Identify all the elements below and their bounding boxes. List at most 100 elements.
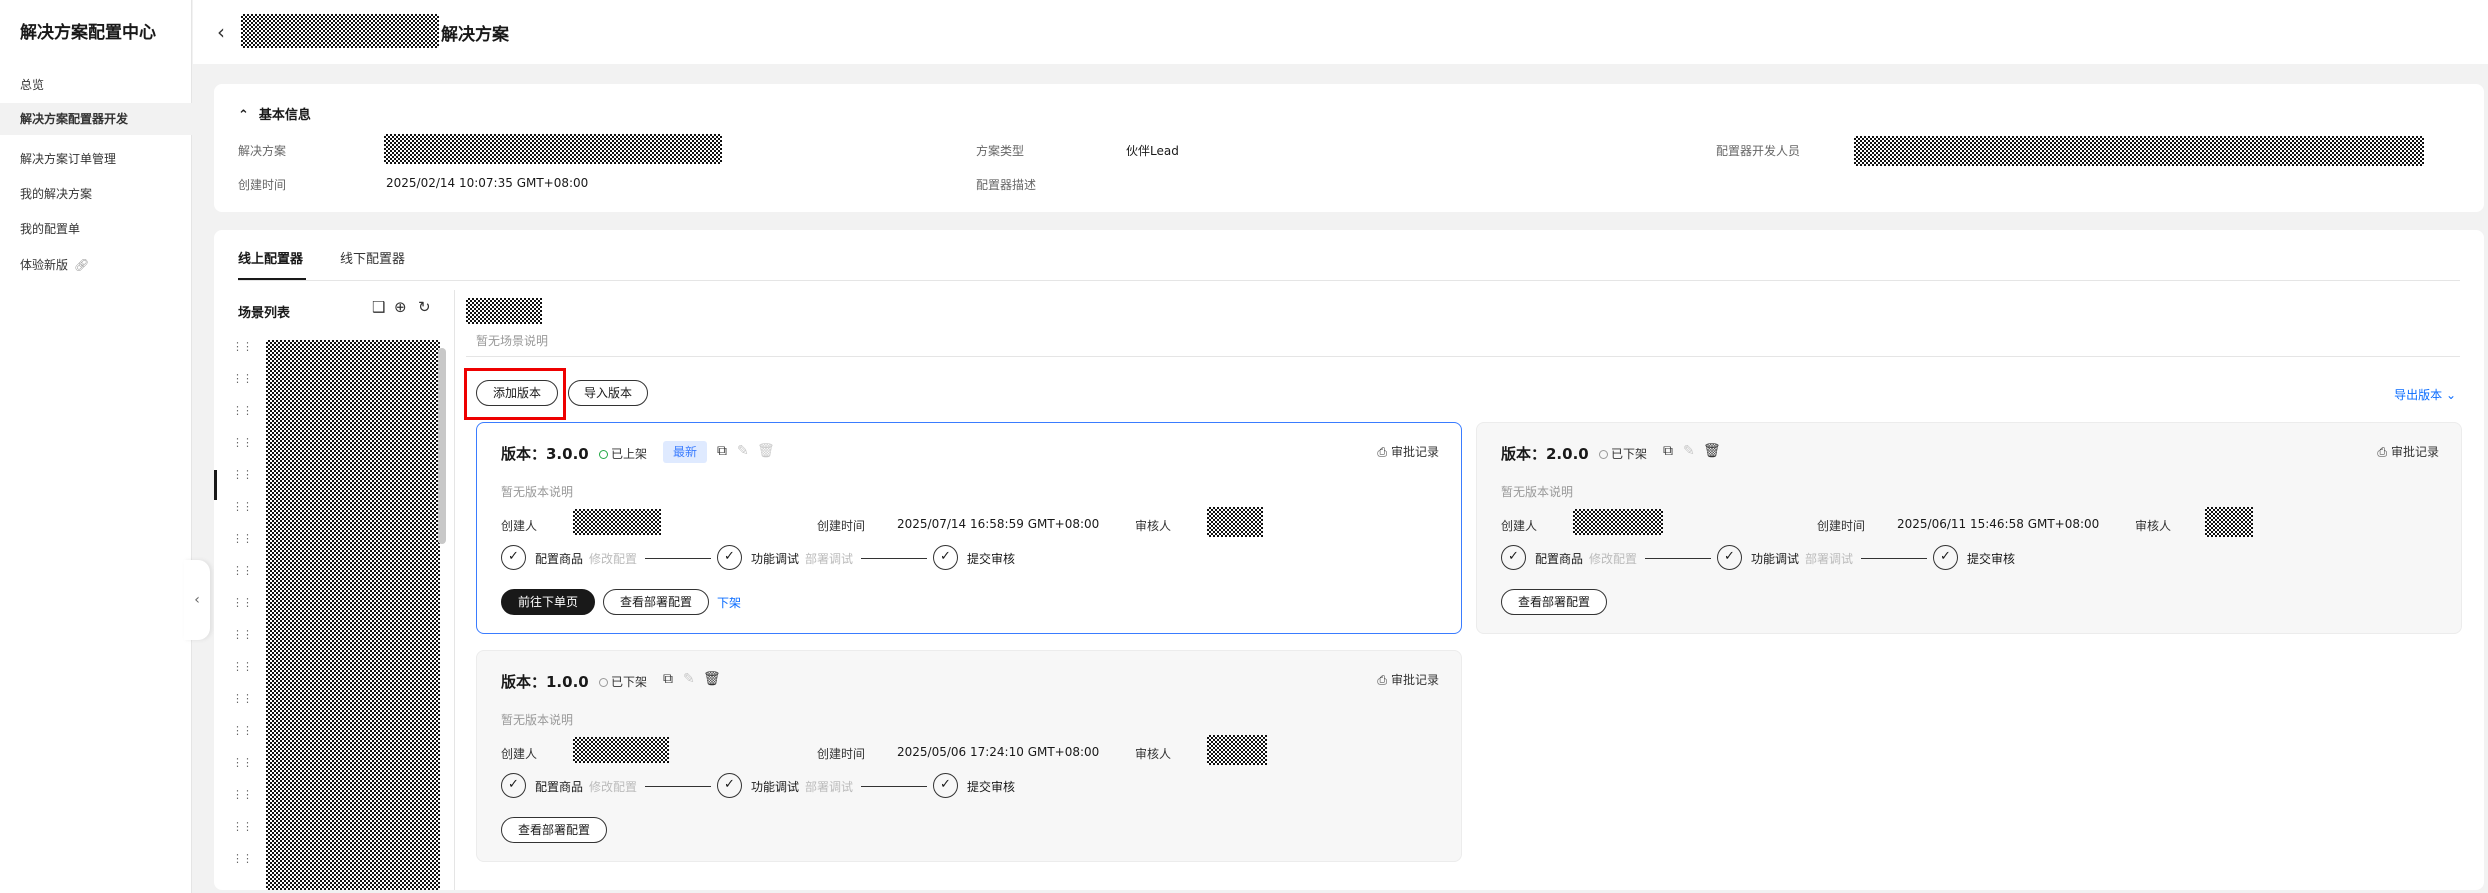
tab-online-configurator[interactable]: 线上配置器 [238,248,303,267]
drag-handle-icon[interactable]: ⋮⋮ [232,436,253,449]
sidebar-item-my-config-list[interactable]: 我的配置单 [20,220,80,237]
edit-icon: ✎ [683,671,695,687]
scene-list[interactable]: ⋮⋮ ⋮⋮ ⋮⋮ ⋮⋮ ⋮⋮ ⋮⋮ ⋮⋮ ⋮⋮ ⋮⋮ ⋮⋮ ⋮⋮ ⋮⋮ ⋮⋮ ⋮… [232,340,440,890]
page-title: 解决方案 [441,25,509,45]
redacted-solution-name [241,14,439,48]
step-sub-label: 部署调试 [1805,552,1854,566]
reviewer-label: 审核人 [2135,519,2172,533]
delete-icon[interactable]: 🗑︎ [703,671,721,687]
scene-list-scrollbar[interactable] [438,348,446,890]
drag-handle-icon[interactable]: ⋮⋮ [232,532,253,545]
status-dot-icon [1599,450,1608,459]
redacted-creator [1573,509,1663,535]
sidebar-item-order-management[interactable]: 解决方案订单管理 [20,150,116,167]
step-sub-label: 部署调试 [805,552,854,566]
step-label: 配置商品 [1535,552,1584,566]
unlist-link[interactable]: 下架 [717,594,741,611]
delete-icon[interactable]: 🗑︎ [1703,443,1721,459]
latest-badge: 最新 [663,441,708,463]
version-card-1-0-0[interactable]: 版本：1.0.0 已下架 ⧉ ✎ 🗑︎ ⎙ 审批记录 暂无版本说明 创建人 创建时… [476,650,1462,862]
drag-handle-icon[interactable]: ⋮⋮ [232,372,253,385]
version-title: 版本：1.0.0 [501,673,589,691]
status-badge: 已上架 [599,445,647,462]
scrollbar-thumb[interactable] [438,348,446,544]
export-version-dropdown[interactable]: 导出版本 ⌄ [2394,386,2456,403]
go-order-page-button[interactable]: 前往下单页 [501,589,595,615]
basic-info-toggle[interactable]: ⌃ 基本信息 [238,104,311,123]
check-circle-icon: ✓ [717,773,742,798]
drag-handle-icon[interactable]: ⋮⋮ [232,404,253,417]
view-deploy-config-button[interactable]: 查看部署配置 [1501,589,1607,615]
drag-handle-icon[interactable]: ⋮⋮ [232,660,253,673]
copy-icon[interactable]: ⧉ [663,671,673,687]
step-sub-label: 修改配置 [589,552,638,566]
sidebar-item-try-new[interactable]: 体验新版 🔗︎ [20,256,89,273]
step-label: 功能调试 [1751,552,1800,566]
step-label: 功能调试 [751,780,800,794]
drag-handle-icon[interactable]: ⋮⋮ [232,852,253,865]
drag-handle-icon[interactable]: ⋮⋮ [232,596,253,609]
redacted-creator [573,737,669,763]
copy-icon[interactable]: ⧉ [1663,443,1673,459]
created-time-value: 2025/07/14 16:58:59 GMT+08:00 [897,517,1100,531]
view-deploy-config-button[interactable]: 查看部署配置 [603,589,709,615]
redacted-reviewer [1207,507,1263,537]
import-version-button[interactable]: 导入版本 [568,380,648,406]
active-scene-indicator [214,470,217,500]
audit-record-link[interactable]: ⎙ 审批记录 [1377,671,1439,688]
sidebar-item-overview[interactable]: 总览 [20,76,44,93]
refresh-icon[interactable]: ↻ [418,298,431,316]
drag-handle-icon[interactable]: ⋮⋮ [232,756,253,769]
version-card-2-0-0[interactable]: 版本：2.0.0 已下架 ⧉ ✎ 🗑︎ ⎙ 审批记录 暂无版本说明 创建人 创建时… [1476,422,2462,634]
check-circle-icon: ✓ [933,545,958,570]
audit-record-label: 审批记录 [2390,445,2439,459]
add-icon[interactable]: ⊕ [394,298,407,316]
sidebar-item-my-solutions[interactable]: 我的解决方案 [20,185,92,202]
sidebar-collapse-button[interactable]: ‹ [184,560,210,640]
audit-record-link[interactable]: ⎙ 审批记录 [1377,443,1439,460]
drag-handle-icon[interactable]: ⋮⋮ [232,500,253,513]
drag-handle-icon[interactable]: ⋮⋮ [232,692,253,705]
status-label: 已上架 [611,447,648,461]
created-time-value: 2025/06/11 15:46:58 GMT+08:00 [1897,517,2100,531]
drag-handle-icon[interactable]: ⋮⋮ [232,788,253,801]
check-circle-icon: ✓ [717,545,742,570]
created-time-value: 2025/02/14 10:07:35 GMT+08:00 [386,176,589,190]
created-time-value: 2025/05/06 17:24:10 GMT+08:00 [897,745,1100,759]
status-label: 已下架 [1611,447,1648,461]
drag-handle-icon[interactable]: ⋮⋮ [232,564,253,577]
audit-icon: ⎙ [1377,673,1387,687]
step-connector [1645,558,1711,559]
configurator-card: 线上配置器 线下配置器 场景列表 ❑ ⊕ ↻ ⋮⋮ ⋮⋮ ⋮⋮ ⋮⋮ ⋮⋮ ⋮⋮… [214,230,2484,890]
scene-list-title: 场景列表 [238,306,291,321]
drag-handle-icon[interactable]: ⋮⋮ [232,724,253,737]
drag-handle-icon[interactable]: ⋮⋮ [232,820,253,833]
copy-icon[interactable]: ⧉ [717,443,727,459]
view-deploy-config-button[interactable]: 查看部署配置 [501,817,607,843]
version-description: 暂无版本说明 [1501,485,1574,499]
edit-icon: ✎ [737,443,749,459]
redacted-developer-value [1854,136,2424,166]
check-circle-icon: ✓ [501,773,526,798]
audit-record-label: 审批记录 [1390,445,1439,459]
solution-type-value: 伙伴Lead [1126,144,1179,158]
scene-description: 暂无场景说明 [476,334,549,348]
solution-type-label: 方案类型 [976,144,1025,158]
audit-record-link[interactable]: ⎙ 审批记录 [2377,443,2439,460]
version-description: 暂无版本说明 [501,713,574,727]
drag-handle-icon[interactable]: ⋮⋮ [232,468,253,481]
status-dot-icon [599,678,608,687]
tab-offline-configurator[interactable]: 线下配置器 [340,248,405,267]
version-card-3-0-0[interactable]: 版本：3.0.0 已上架 最新 ⧉ ✎ 🗑︎ ⎙ 审批记录 暂无版本说明 创建人 … [476,422,1462,634]
section-divider [466,356,2460,357]
reviewer-label: 审核人 [1135,519,1172,533]
check-circle-icon: ✓ [1717,545,1742,570]
version-title: 版本：2.0.0 [1501,445,1589,463]
new-scene-icon[interactable]: ❑ [372,298,385,316]
sidebar-item-configurator-dev[interactable]: 解决方案配置器开发 [0,103,192,135]
chevron-left-icon[interactable]: ‹ [217,20,225,44]
step-sub-label: 修改配置 [1589,552,1638,566]
drag-handle-icon[interactable]: ⋮⋮ [232,628,253,641]
sidebar-title: 解决方案配置中心 [20,23,156,43]
drag-handle-icon[interactable]: ⋮⋮ [232,340,253,353]
